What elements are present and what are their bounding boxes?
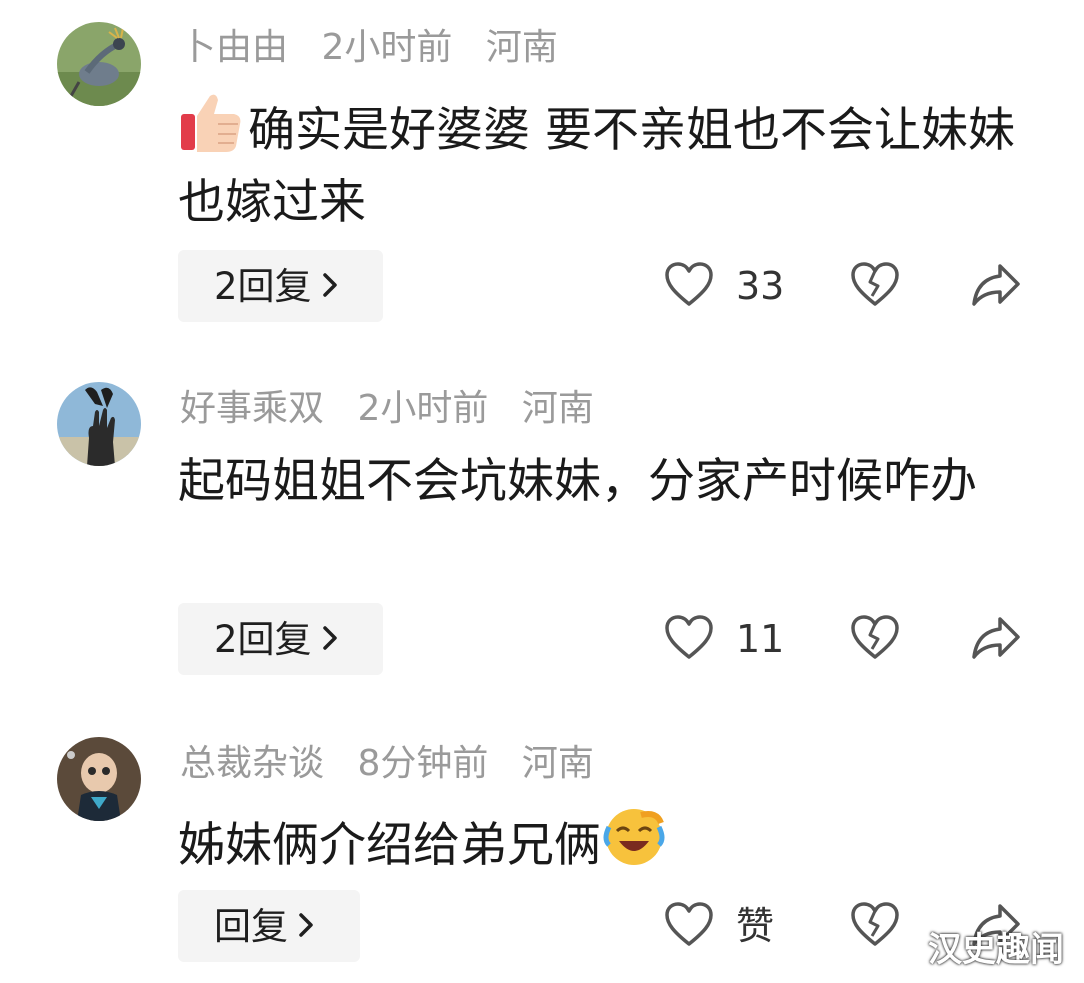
share-arrow-icon[interactable] xyxy=(970,262,1022,312)
username[interactable]: 总裁杂谈 xyxy=(180,743,324,784)
comment-item: 好事乘双 2小时前 河南 起码姐姐不会坑妹妹，分家产时候咋办 2回复 11 xyxy=(0,355,1084,695)
watermark: 汉史趣闻 xyxy=(928,930,1064,970)
thumbs-up-icon xyxy=(178,90,244,171)
comment-item: 卜由由 2小时前 河南 确实是好婆婆 要不亲姐也不会让妹妹也嫁过来 2回复 33 xyxy=(0,0,1084,340)
timestamp: 2小时前 xyxy=(357,388,489,429)
heart-outline-icon[interactable] xyxy=(664,902,714,952)
location: 河南 xyxy=(485,27,558,68)
broken-heart-icon[interactable] xyxy=(850,262,900,312)
comment-text-block: 确实是好婆婆 要不亲姐也不会让妹妹也嫁过来 xyxy=(178,90,1048,235)
comment-text: 起码姐姐不会坑妹妹，分家产时候咋办 xyxy=(178,454,977,509)
comment-actions: 11 xyxy=(660,603,1040,675)
heart-outline-icon[interactable] xyxy=(664,615,714,665)
avatar[interactable] xyxy=(57,382,141,466)
share-arrow-icon[interactable] xyxy=(970,615,1022,665)
view-replies-button[interactable]: 2回复 xyxy=(178,250,383,322)
comment-list: 卜由由 2小时前 河南 确实是好婆婆 要不亲姐也不会让妹妹也嫁过来 2回复 33 xyxy=(0,0,1084,983)
username[interactable]: 卜由由 xyxy=(180,27,288,68)
like-label: 赞 xyxy=(736,904,775,948)
chevron-right-icon xyxy=(322,603,338,675)
chevron-right-icon xyxy=(298,890,314,962)
like-count: 33 xyxy=(736,264,785,308)
reply-count-label: 2回复 xyxy=(214,618,312,661)
comment-meta: 好事乘双 2小时前 河南 xyxy=(180,387,616,431)
reply-button[interactable]: 回复 xyxy=(178,890,360,962)
comment-meta: 总裁杂谈 8分钟前 河南 xyxy=(180,742,616,786)
comment-meta: 卜由由 2小时前 河南 xyxy=(180,26,580,70)
comment-item: 总裁杂谈 8分钟前 河南 姊妹俩介绍给弟兄俩 回复 赞 xyxy=(0,710,1084,983)
location: 河南 xyxy=(521,388,594,429)
username[interactable]: 好事乘双 xyxy=(180,388,324,429)
timestamp: 2小时前 xyxy=(321,27,453,68)
heart-outline-icon[interactable] xyxy=(664,262,714,312)
like-count: 11 xyxy=(736,617,785,661)
view-replies-button[interactable]: 2回复 xyxy=(178,603,383,675)
comment-text: 姊妹俩介绍给弟兄俩 xyxy=(178,818,601,873)
comment-text-block: 起码姐姐不会坑妹妹，分家产时候咋办 xyxy=(178,450,1048,514)
comment-text: 确实是好婆婆 要不亲姐也不会让妹妹也嫁过来 xyxy=(178,103,1015,230)
avatar[interactable] xyxy=(57,22,141,106)
comment-text-block: 姊妹俩介绍给弟兄俩 xyxy=(178,805,1048,886)
reply-label: 回复 xyxy=(214,905,288,948)
comment-actions: 33 xyxy=(660,250,1040,322)
laughing-crying-icon xyxy=(601,805,667,886)
broken-heart-icon[interactable] xyxy=(850,902,900,952)
avatar[interactable] xyxy=(57,737,141,821)
location: 河南 xyxy=(521,743,594,784)
reply-count-label: 2回复 xyxy=(214,265,312,308)
chevron-right-icon xyxy=(322,250,338,322)
broken-heart-icon[interactable] xyxy=(850,615,900,665)
timestamp: 8分钟前 xyxy=(357,743,489,784)
